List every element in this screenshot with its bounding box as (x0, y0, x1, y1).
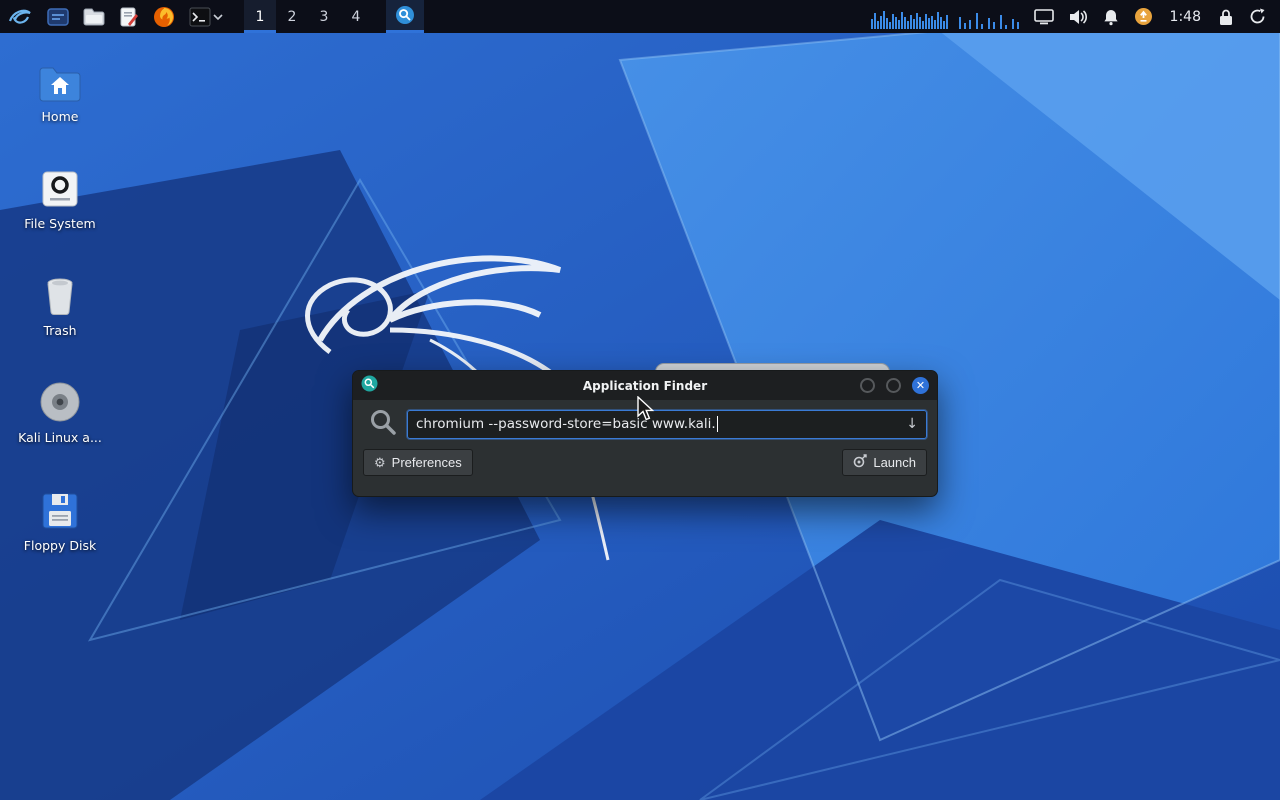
kali-menu-button[interactable] (0, 0, 40, 33)
application-finder-icon (395, 5, 415, 29)
panel-left-cluster: 1 2 3 4 (0, 0, 424, 33)
desktop-icon-label: Home (10, 109, 110, 124)
display-settings-button[interactable] (1027, 0, 1061, 33)
desktop-icon-trash[interactable]: Trash (10, 270, 110, 338)
updates-button[interactable] (1127, 0, 1160, 33)
power-session-icon (1248, 7, 1267, 26)
gear-icon: ⚙ (374, 455, 386, 471)
network-graph-widget[interactable] (957, 5, 1023, 29)
file-manager-button[interactable] (76, 0, 112, 33)
update-notifier-icon (1134, 7, 1153, 26)
floppy-disk-icon (10, 485, 110, 531)
desktop-icon-floppy[interactable]: Floppy Disk (10, 485, 110, 553)
window-title: Application Finder (353, 379, 937, 393)
workspace-1[interactable]: 1 (244, 0, 276, 33)
file-manager-icon (83, 7, 105, 27)
launch-button[interactable]: Launch (842, 449, 927, 476)
maximize-button[interactable] (886, 378, 901, 393)
firefox-button[interactable] (146, 0, 182, 33)
close-icon: ✕ (916, 380, 925, 391)
volume-button[interactable] (1061, 0, 1095, 33)
display-icon (1034, 9, 1054, 25)
notifications-button[interactable] (1095, 0, 1127, 33)
mouse-cursor (636, 396, 656, 422)
preferences-label: Preferences (392, 455, 462, 470)
search-icon (369, 408, 397, 440)
cpu-graph-widget[interactable] (871, 5, 949, 29)
kali-logo-icon (7, 5, 33, 29)
application-finder-window: Application Finder ✕ chromium --password… (352, 370, 938, 497)
hard-drive-icon (10, 163, 110, 209)
bell-icon (1102, 8, 1120, 26)
minimize-button[interactable] (860, 378, 875, 393)
desktop-icon-label: Trash (10, 323, 110, 338)
search-input[interactable]: chromium --password-store=basic www.kali… (407, 410, 927, 439)
trash-icon (10, 270, 110, 316)
taskbar-application-finder[interactable] (386, 0, 424, 33)
desktop-icon-label: Kali Linux a... (10, 430, 110, 445)
terminal-icon (189, 7, 211, 27)
text-editor-icon (119, 7, 139, 27)
preferences-button[interactable]: ⚙ Preferences (363, 449, 473, 476)
firefox-icon (153, 6, 175, 28)
terminal-button[interactable] (182, 0, 213, 33)
desktop-icon-home[interactable]: Home (10, 56, 110, 124)
speaker-icon (1068, 8, 1088, 26)
workspace-2[interactable]: 2 (276, 0, 308, 33)
home-folder-icon (10, 56, 110, 102)
desktop-icon-kali-disc[interactable]: Kali Linux a... (10, 377, 110, 445)
panel-right-cluster: 1:48 (867, 0, 1280, 33)
workspace-4[interactable]: 4 (340, 0, 372, 33)
workspace-3[interactable]: 3 (308, 0, 340, 33)
terminal-dropdown[interactable] (213, 0, 230, 33)
screen-lock-button[interactable] (1211, 0, 1241, 33)
files-app-button[interactable] (40, 0, 76, 33)
desktop-icon-file-system[interactable]: File System (10, 163, 110, 231)
launch-label: Launch (873, 455, 916, 470)
files-app-icon (47, 7, 69, 27)
text-caret (717, 416, 718, 432)
desktop-icon-label: Floppy Disk (10, 538, 110, 553)
session-logout-button[interactable] (1241, 0, 1274, 33)
text-editor-button[interactable] (112, 0, 146, 33)
desktop-icon-label: File System (10, 216, 110, 231)
disc-icon (10, 377, 110, 423)
launch-icon (853, 454, 867, 471)
panel-clock[interactable]: 1:48 (1160, 9, 1211, 25)
search-input-value: chromium --password-store=basic www.kali… (416, 416, 716, 432)
chevron-down-icon (213, 13, 223, 21)
top-panel: 1 2 3 4 (0, 0, 1280, 33)
lock-icon (1218, 8, 1234, 26)
close-button[interactable]: ✕ (912, 377, 929, 394)
dropdown-arrow-icon[interactable]: ↓ (898, 416, 918, 432)
